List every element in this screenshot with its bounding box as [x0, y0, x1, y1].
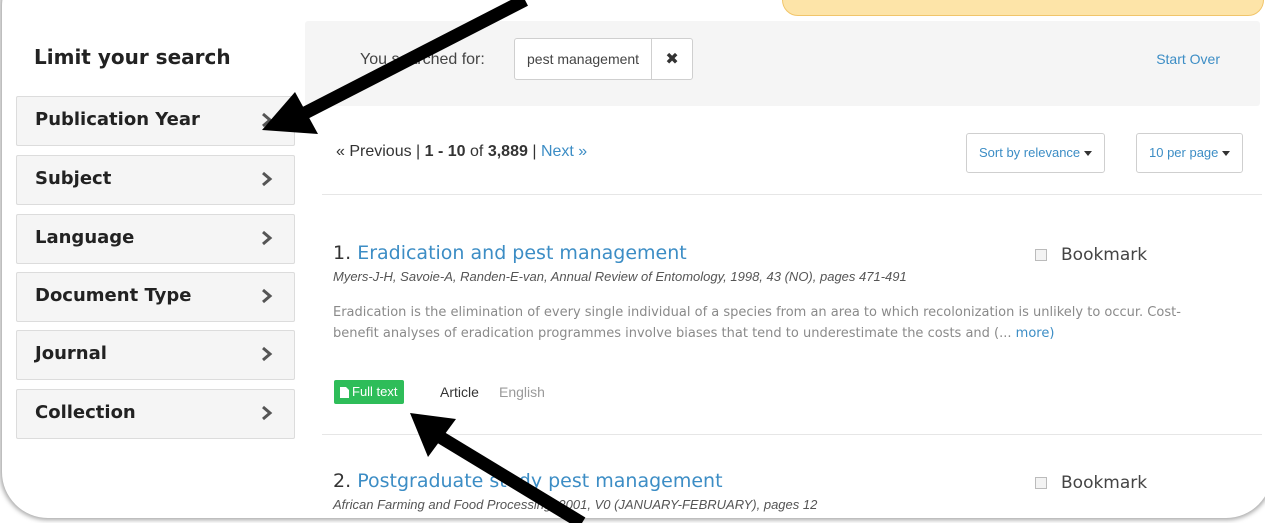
sort-label: Sort by relevance [979, 145, 1081, 160]
bookmark-label: Bookmark [1061, 473, 1148, 493]
result-meta: Myers-J-H, Savoie-A, Randen-E-van, Annua… [333, 269, 907, 284]
paging-of: of [470, 143, 484, 160]
next-link[interactable]: Next » [541, 143, 587, 160]
facet-label: Subject [35, 168, 112, 189]
search-constraints-bar: You searched for: pest management ✖ Star… [305, 21, 1260, 106]
total-count: 3,889 [487, 143, 528, 160]
chevron-right-icon [262, 230, 273, 246]
caret-down-icon [1084, 151, 1093, 157]
bookmark-checkbox[interactable] [1035, 477, 1047, 489]
paging-separator: | [416, 143, 421, 160]
facet-collection[interactable]: Collection [16, 389, 295, 439]
facet-subject[interactable]: Subject [16, 155, 295, 205]
result-title[interactable]: 2. Postgraduate study pest management [333, 470, 723, 492]
query-text[interactable]: pest management [515, 39, 653, 79]
chevron-right-icon [262, 405, 273, 421]
annotation-callout [782, 0, 1264, 16]
facet-language[interactable]: Language [16, 214, 295, 264]
result-abstract: Eradication is the elimination of every … [333, 302, 1193, 344]
facet-label: Collection [35, 402, 136, 423]
document-language: English [499, 384, 545, 400]
full-text-label: Full text [352, 384, 398, 399]
chevron-right-icon [262, 171, 273, 187]
bookmark-toggle[interactable]: Bookmark [1035, 245, 1147, 265]
facet-label: Journal [35, 343, 107, 364]
query-constraint: pest management ✖ [514, 38, 694, 80]
document-icon [340, 386, 349, 398]
facet-document-type[interactable]: Document Type [16, 272, 295, 322]
full-text-badge[interactable]: Full text [334, 380, 404, 404]
searched-for-label: You searched for: [360, 51, 485, 68]
remove-query-icon[interactable]: ✖ [652, 39, 692, 79]
result-number: 1. [333, 242, 352, 264]
more-link[interactable]: more) [1016, 326, 1055, 341]
bookmark-label: Bookmark [1061, 245, 1148, 265]
start-over-link[interactable]: Start Over [1156, 51, 1220, 67]
paging-separator: | [532, 143, 537, 160]
facet-label: Document Type [35, 285, 192, 306]
sort-dropdown[interactable]: Sort by relevance [966, 133, 1106, 173]
per-page-label: 10 per page [1149, 145, 1219, 160]
facet-journal[interactable]: Journal [16, 330, 295, 380]
facet-label: Language [35, 227, 135, 248]
page-range: 1 - 10 [424, 143, 466, 160]
document-type: Article [440, 384, 479, 400]
chevron-right-icon [262, 346, 273, 362]
per-page-dropdown[interactable]: 10 per page [1136, 133, 1244, 173]
chevron-right-icon [262, 288, 273, 304]
bookmark-toggle[interactable]: Bookmark [1035, 473, 1147, 493]
facet-publication-year[interactable]: Publication Year [16, 96, 295, 146]
bookmark-checkbox[interactable] [1035, 249, 1047, 261]
result-title-link[interactable]: Postgraduate study pest management [357, 470, 722, 492]
facet-label: Publication Year [35, 109, 200, 130]
result-meta: African Farming and Food Processing, 200… [333, 497, 818, 512]
result-title[interactable]: 1. Eradication and pest management [333, 242, 687, 264]
pagination: « Previous | 1 - 10 of 3,889 | Next » [336, 143, 587, 161]
sidebar-title: Limit your search [34, 45, 231, 69]
divider [322, 434, 1262, 435]
previous-link[interactable]: « Previous [336, 143, 412, 160]
caret-down-icon [1222, 151, 1231, 157]
divider [322, 194, 1262, 195]
chevron-right-icon [262, 112, 273, 128]
result-number: 2. [333, 470, 352, 492]
result-title-link[interactable]: Eradication and pest management [357, 242, 687, 264]
